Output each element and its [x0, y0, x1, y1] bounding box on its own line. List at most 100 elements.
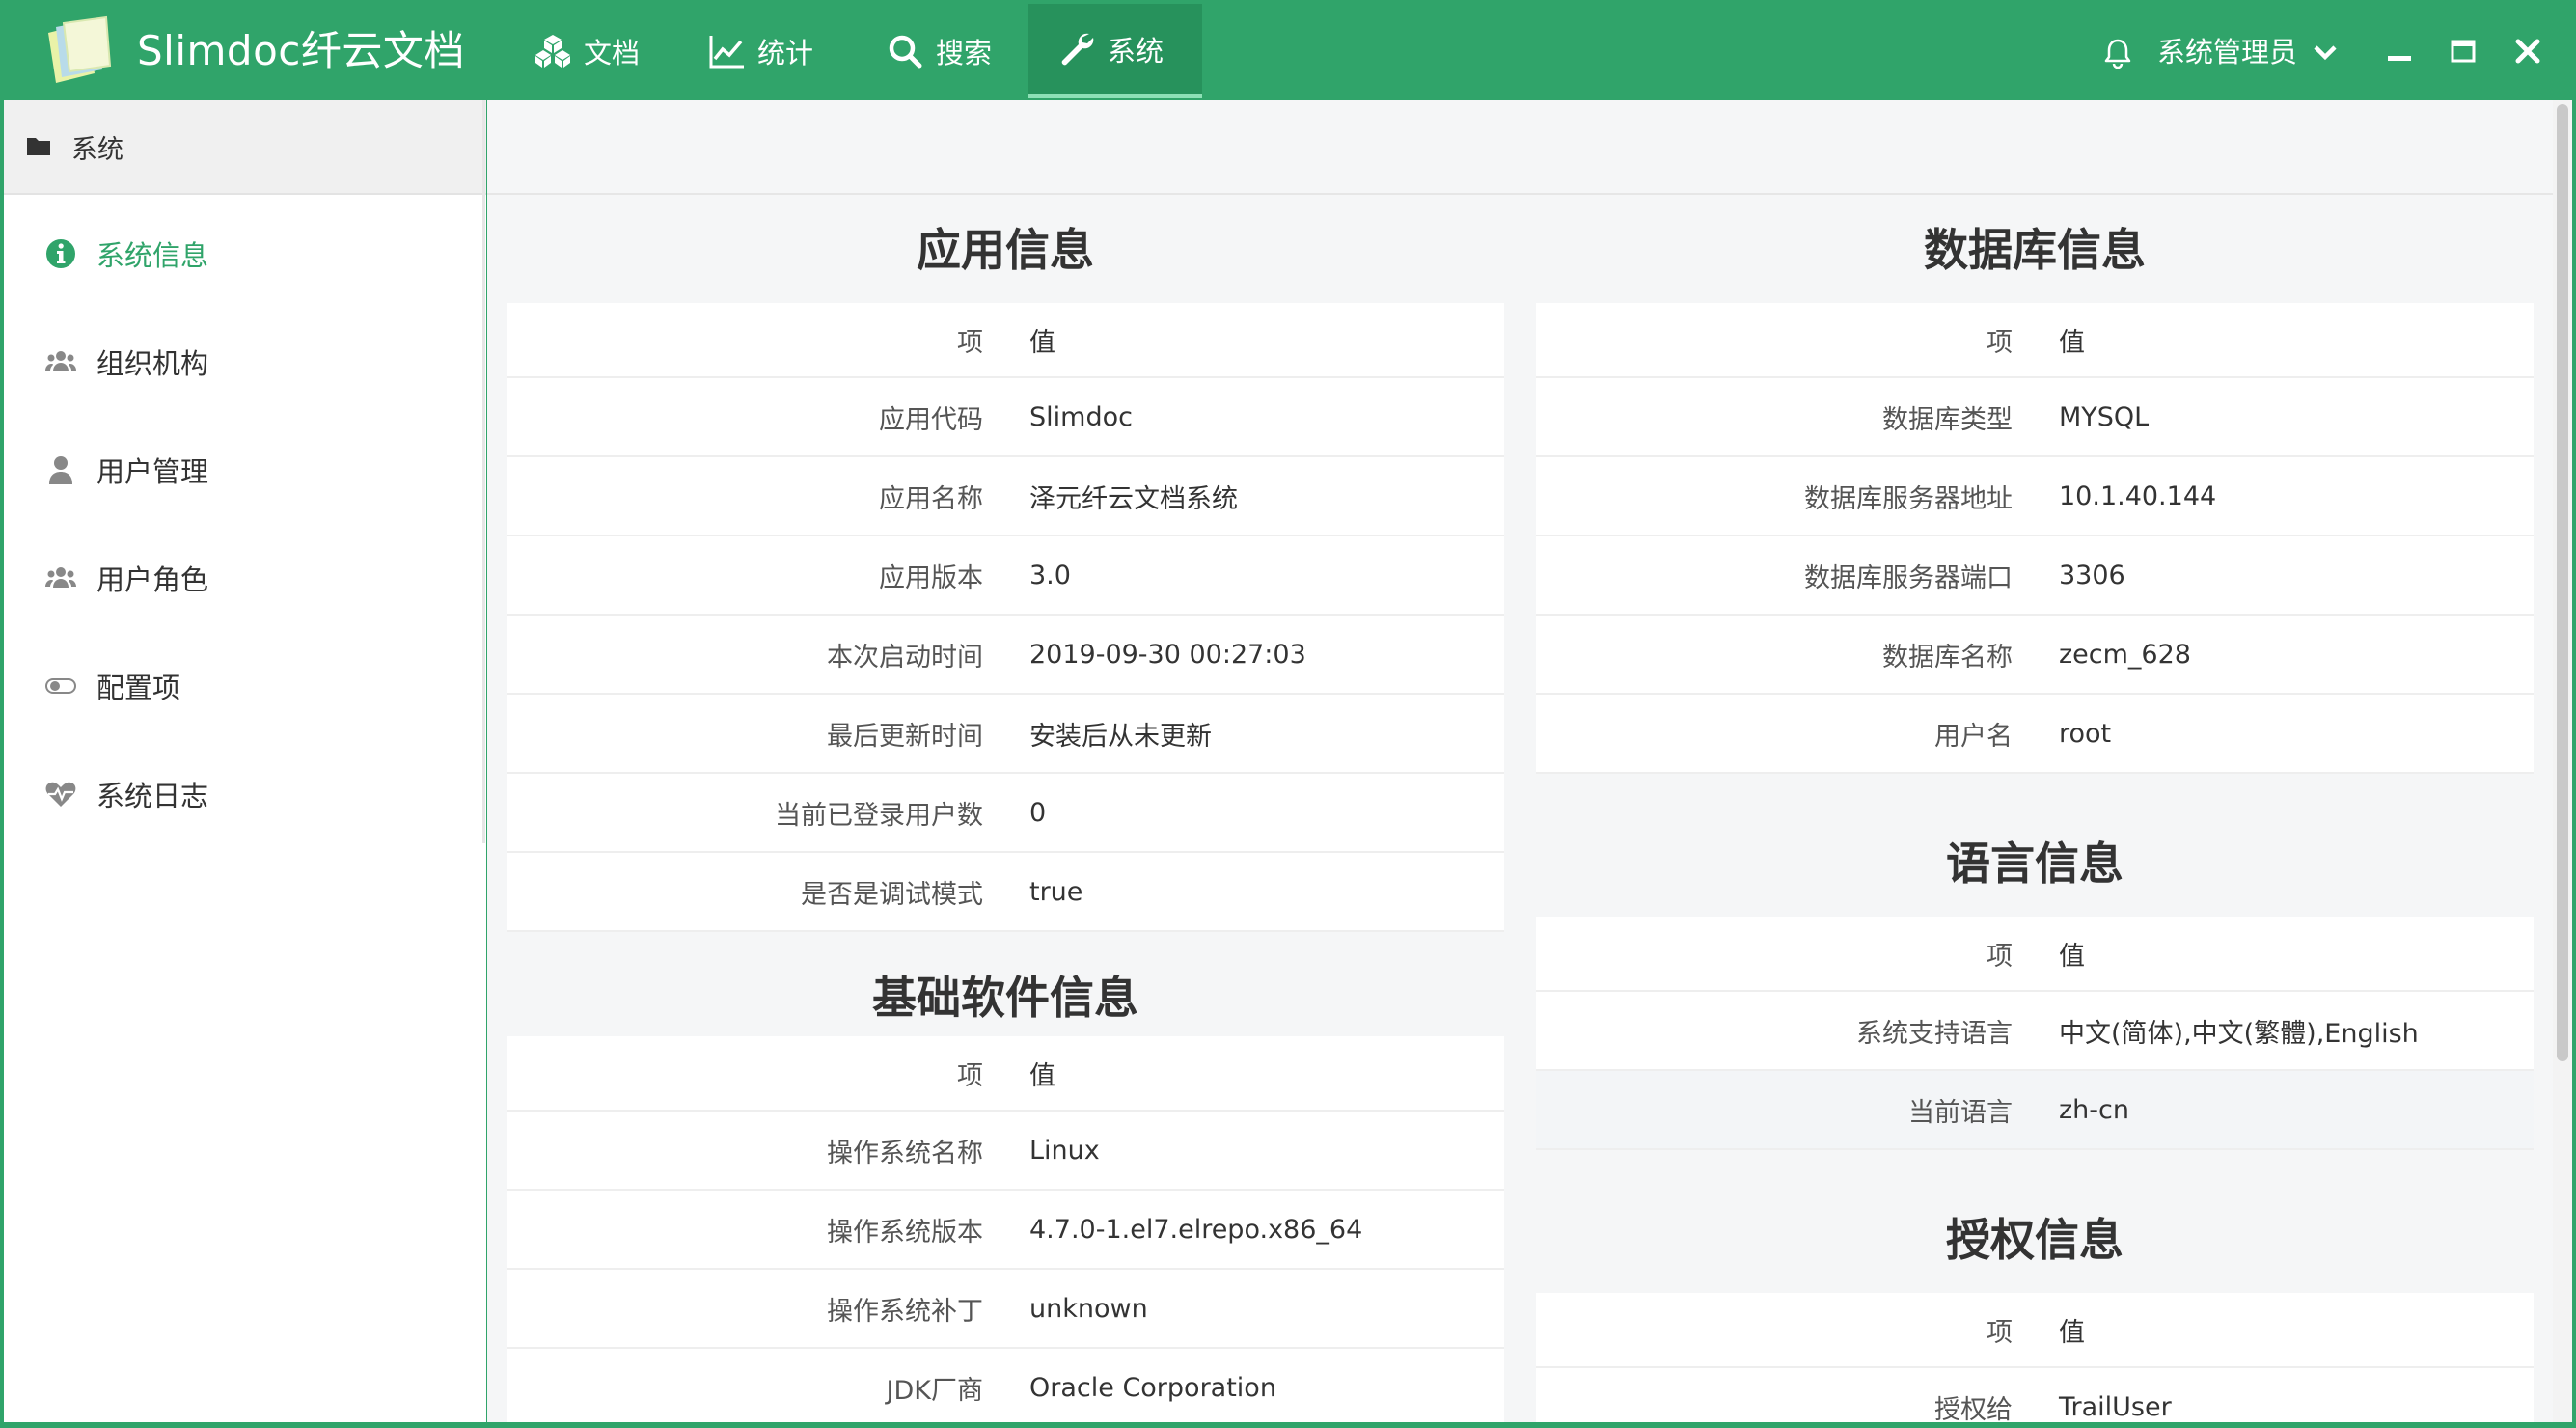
- sidebar-item-system-log[interactable]: 系统日志: [4, 740, 486, 848]
- right-column: 数据库信息 项 值 数据库类型 MYSQL 数据库服务器地址 10.1.40.144…: [1536, 197, 2534, 1422]
- nav-system[interactable]: 系统: [1028, 4, 1202, 98]
- table-row: 用户名 root: [1536, 694, 2534, 774]
- sidebar-item-label: 系统日志: [96, 780, 209, 812]
- header-value: 值: [2036, 1293, 2534, 1368]
- close-icon[interactable]: [2511, 35, 2544, 68]
- row-key: 系统支持语言: [1536, 991, 2036, 1071]
- row-key: 是否是调试模式: [507, 852, 1006, 932]
- main-content: 应用信息 项 值 应用代码 Slimdoc 应用名称 泽元纤云文档系统 应用版本 3.…: [487, 100, 2553, 1422]
- user-menu[interactable]: 系统管理员: [2157, 33, 2340, 71]
- user-icon: [49, 456, 72, 484]
- row-key: 操作系统名称: [507, 1111, 1006, 1191]
- nav-docs-label: 文档: [584, 37, 641, 69]
- header-value: 值: [2036, 303, 2534, 378]
- row-key: 最后更新时间: [507, 694, 1006, 774]
- row-key: 当前语言: [1536, 1070, 2036, 1150]
- row-key: 本次启动时间: [507, 615, 1006, 695]
- sidebar-header: 系统: [4, 100, 486, 195]
- row-key: 数据库服务器地址: [1536, 456, 2036, 536]
- nav-search[interactable]: 搜索: [857, 4, 1028, 98]
- left-column: 应用信息 项 值 应用代码 Slimdoc 应用名称 泽元纤云文档系统 应用版本 3.…: [507, 197, 1504, 1422]
- folder-icon: [27, 138, 50, 155]
- header-value: 值: [1006, 303, 1504, 378]
- app-info-title: 应用信息: [917, 224, 1094, 276]
- software-info-table: 项 值 操作系统名称 Linux 操作系统版本 4.7.0-1.el7.elrepo…: [507, 1036, 1504, 1422]
- table-row: 操作系统名称 Linux: [507, 1111, 1504, 1191]
- header-key: 项: [1536, 917, 2036, 992]
- row-value: Oracle Corporation: [1006, 1348, 1504, 1422]
- row-value: 3306: [2036, 536, 2534, 616]
- nav-search-label: 搜索: [936, 37, 993, 69]
- bell-icon[interactable]: [2101, 37, 2134, 69]
- table-row: 数据库名称 zecm_628: [1536, 615, 2534, 695]
- minimize-icon[interactable]: [2383, 35, 2416, 68]
- cubes-icon: [535, 35, 570, 68]
- row-value: 安装后从未更新: [1006, 694, 1504, 774]
- sidebar-item-label: 用户管理: [96, 455, 209, 488]
- nav-stats[interactable]: 统计: [678, 4, 857, 98]
- row-value: 2019-09-30 00:27:03: [1006, 615, 1504, 695]
- scrollbar-thumb[interactable]: [2557, 104, 2568, 1061]
- user-name: 系统管理员: [2157, 36, 2298, 69]
- row-value: 4.7.0-1.el7.elrepo.x86_64: [1006, 1190, 1504, 1270]
- table-row: 应用版本 3.0: [507, 536, 1504, 616]
- table-header-row: 项 值: [1536, 1293, 2534, 1368]
- row-key: 数据库类型: [1536, 377, 2036, 457]
- table-row: 本次启动时间 2019-09-30 00:27:03: [507, 615, 1504, 695]
- app-logo-icon: [48, 15, 112, 83]
- row-value: 3.0: [1006, 536, 1504, 616]
- sidebar-item-label: 组织机构: [96, 347, 209, 380]
- row-value: true: [1006, 852, 1504, 932]
- table-header-row: 项 值: [507, 1036, 1504, 1112]
- header-value: 值: [1006, 1036, 1504, 1112]
- search-icon: [889, 35, 922, 69]
- row-value: zecm_628: [2036, 615, 2534, 695]
- toggle-icon: [45, 678, 76, 694]
- lang-info-title: 语言信息: [1946, 838, 2124, 890]
- table-row: 授权给 TrailUser: [1536, 1367, 2534, 1422]
- app-info-table: 项 值 应用代码 Slimdoc 应用名称 泽元纤云文档系统 应用版本 3.0 本次启…: [507, 303, 1504, 932]
- software-info-title: 基础软件信息: [872, 972, 1138, 1024]
- app-title: Slimdoc纤云文档: [137, 27, 465, 74]
- table-row: 系统支持语言 中文(简体),中文(繁體),English: [1536, 991, 2534, 1071]
- row-value: Slimdoc: [1006, 377, 1504, 457]
- maximize-icon[interactable]: [2447, 35, 2480, 68]
- row-key: JDK厂商: [507, 1348, 1006, 1422]
- table-header-row: 项 值: [1536, 917, 2534, 992]
- header-value: 值: [2036, 917, 2534, 992]
- sidebar-item-label: 系统信息: [96, 239, 209, 272]
- row-value: 0: [1006, 773, 1504, 853]
- content-header: [487, 100, 2553, 195]
- row-value: zh-cn: [2036, 1070, 2534, 1150]
- license-info-title: 授权信息: [1946, 1214, 2124, 1266]
- table-row: 操作系统补丁 unknown: [507, 1269, 1504, 1349]
- license-info-table: 项 值 授权给 TrailUser: [1536, 1293, 2534, 1422]
- row-key: 应用版本: [507, 536, 1006, 616]
- nav-system-label: 系统: [1108, 34, 1165, 68]
- row-value: 中文(简体),中文(繁體),English: [2036, 991, 2534, 1071]
- line-chart-icon: [709, 36, 744, 69]
- chevron-down-icon: [2314, 45, 2337, 61]
- users-icon: [45, 567, 76, 588]
- sidebar-item-system-info[interactable]: 系统信息: [4, 200, 486, 308]
- row-key: 操作系统补丁: [507, 1269, 1006, 1349]
- sidebar-item-user-roles[interactable]: 用户角色: [4, 524, 486, 632]
- nav-docs[interactable]: 文档: [505, 4, 678, 98]
- sidebar-item-user-management[interactable]: 用户管理: [4, 416, 486, 524]
- table-row: 应用名称 泽元纤云文档系统: [507, 456, 1504, 536]
- nav-stats-label: 统计: [757, 37, 814, 69]
- db-info-table: 项 值 数据库类型 MYSQL 数据库服务器地址 10.1.40.144 数据库服务…: [1536, 303, 2534, 774]
- row-key: 数据库名称: [1536, 615, 2036, 695]
- top-bar: Slimdoc纤云文档 文档 统计 搜索 系统 系统管理员: [0, 0, 2576, 98]
- sidebar-item-config[interactable]: 配置项: [4, 632, 486, 740]
- header-key: 项: [507, 1036, 1006, 1112]
- sidebar-item-organization[interactable]: 组织机构: [4, 308, 486, 416]
- table-row: 数据库类型 MYSQL: [1536, 377, 2534, 457]
- table-row: 数据库服务器地址 10.1.40.144: [1536, 456, 2534, 536]
- wrench-icon: [1061, 33, 1094, 65]
- header-key: 项: [507, 303, 1006, 378]
- table-row: 操作系统版本 4.7.0-1.el7.elrepo.x86_64: [507, 1190, 1504, 1270]
